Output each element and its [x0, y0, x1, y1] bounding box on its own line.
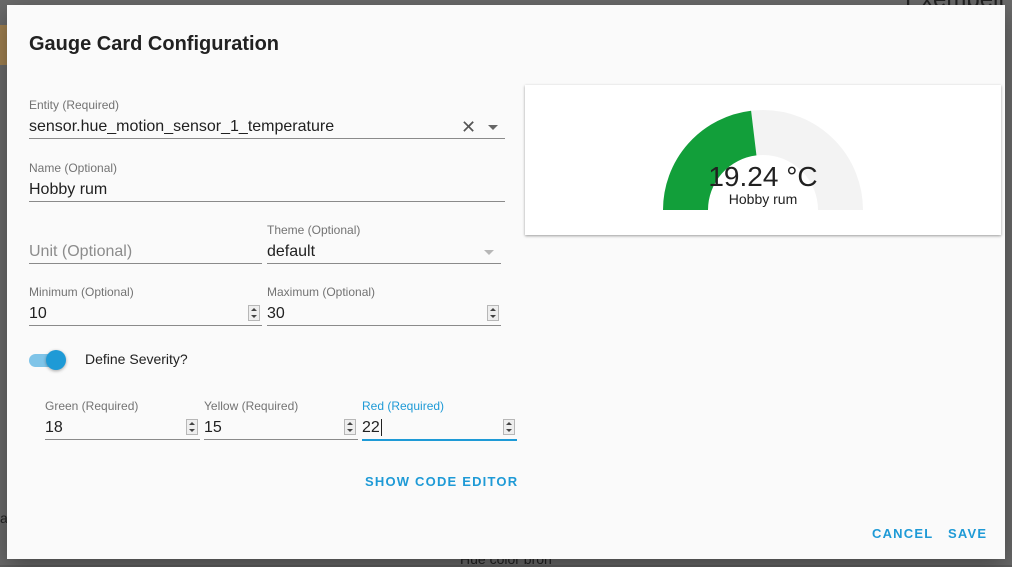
entity-field[interactable]: Entity (Required) sensor.hue_motion_sens…: [29, 98, 505, 139]
name-input[interactable]: Hobby rum: [29, 175, 505, 202]
unit-field[interactable]: Unit (Optional): [29, 223, 262, 264]
gauge-preview-card: 19.24 °C Hobby rum: [525, 85, 1001, 235]
minimum-input[interactable]: 10: [29, 299, 262, 326]
red-input[interactable]: 22: [362, 413, 517, 441]
yellow-label: Yellow (Required): [204, 399, 299, 413]
chevron-down-icon[interactable]: [484, 250, 494, 255]
unit-placeholder: Unit (Optional): [29, 243, 133, 260]
green-input[interactable]: 18: [45, 413, 200, 440]
minimum-stepper[interactable]: [248, 305, 260, 321]
red-stepper[interactable]: [503, 419, 515, 435]
green-label: Green (Required): [45, 399, 139, 413]
maximum-value: 30: [267, 305, 285, 322]
show-code-editor-button[interactable]: SHOW CODE EDITOR: [365, 474, 518, 489]
theme-value: default: [267, 243, 316, 260]
maximum-label: Maximum (Optional): [267, 285, 376, 299]
gauge-value: 19.24 °C: [708, 161, 818, 192]
unit-input[interactable]: Unit (Optional): [29, 237, 262, 264]
toggle-thumb: [46, 350, 66, 370]
severity-toggle[interactable]: [29, 349, 69, 371]
chevron-down-icon[interactable]: [488, 125, 498, 130]
yellow-value: 15: [204, 419, 222, 436]
clear-icon[interactable]: ✕: [461, 116, 476, 138]
gauge-name: Hobby rum: [728, 191, 798, 207]
yellow-stepper[interactable]: [344, 419, 356, 435]
theme-field[interactable]: Theme (Optional) default: [267, 223, 501, 264]
text-cursor: [380, 419, 382, 437]
entity-input[interactable]: sensor.hue_motion_sensor_1_temperature ✕: [29, 112, 505, 139]
gauge-card-config-dialog: Gauge Card Configuration Entity (Require…: [7, 5, 1005, 559]
green-stepper[interactable]: [186, 419, 198, 435]
name-field[interactable]: Name (Optional) Hobby rum: [29, 161, 505, 202]
theme-label: Theme (Optional): [267, 223, 361, 237]
entity-value: sensor.hue_motion_sensor_1_temperature: [29, 118, 335, 135]
severity-toggle-label: Define Severity?: [85, 351, 188, 367]
theme-select[interactable]: default: [267, 237, 501, 264]
red-value: 22: [362, 419, 380, 436]
save-button[interactable]: SAVE: [948, 526, 987, 541]
yellow-input[interactable]: 15: [204, 413, 358, 440]
minimum-label: Minimum (Optional): [29, 285, 134, 299]
name-label: Name (Optional): [29, 161, 118, 175]
red-field[interactable]: Red (Required) 22: [362, 399, 517, 441]
minimum-value: 10: [29, 305, 47, 322]
maximum-field[interactable]: Maximum (Optional) 30: [267, 285, 501, 326]
green-field[interactable]: Green (Required) 18: [45, 399, 200, 440]
entity-label: Entity (Required): [29, 98, 120, 112]
maximum-stepper[interactable]: [487, 305, 499, 321]
green-value: 18: [45, 419, 63, 436]
name-value: Hobby rum: [29, 181, 108, 198]
cancel-button[interactable]: CANCEL: [872, 526, 933, 541]
yellow-field[interactable]: Yellow (Required) 15: [204, 399, 358, 440]
red-label: Red (Required): [362, 399, 445, 413]
minimum-field[interactable]: Minimum (Optional) 10: [29, 285, 262, 326]
dialog-title: Gauge Card Configuration: [29, 33, 279, 55]
background-thumbnail: [0, 25, 7, 65]
maximum-input[interactable]: 30: [267, 299, 501, 326]
